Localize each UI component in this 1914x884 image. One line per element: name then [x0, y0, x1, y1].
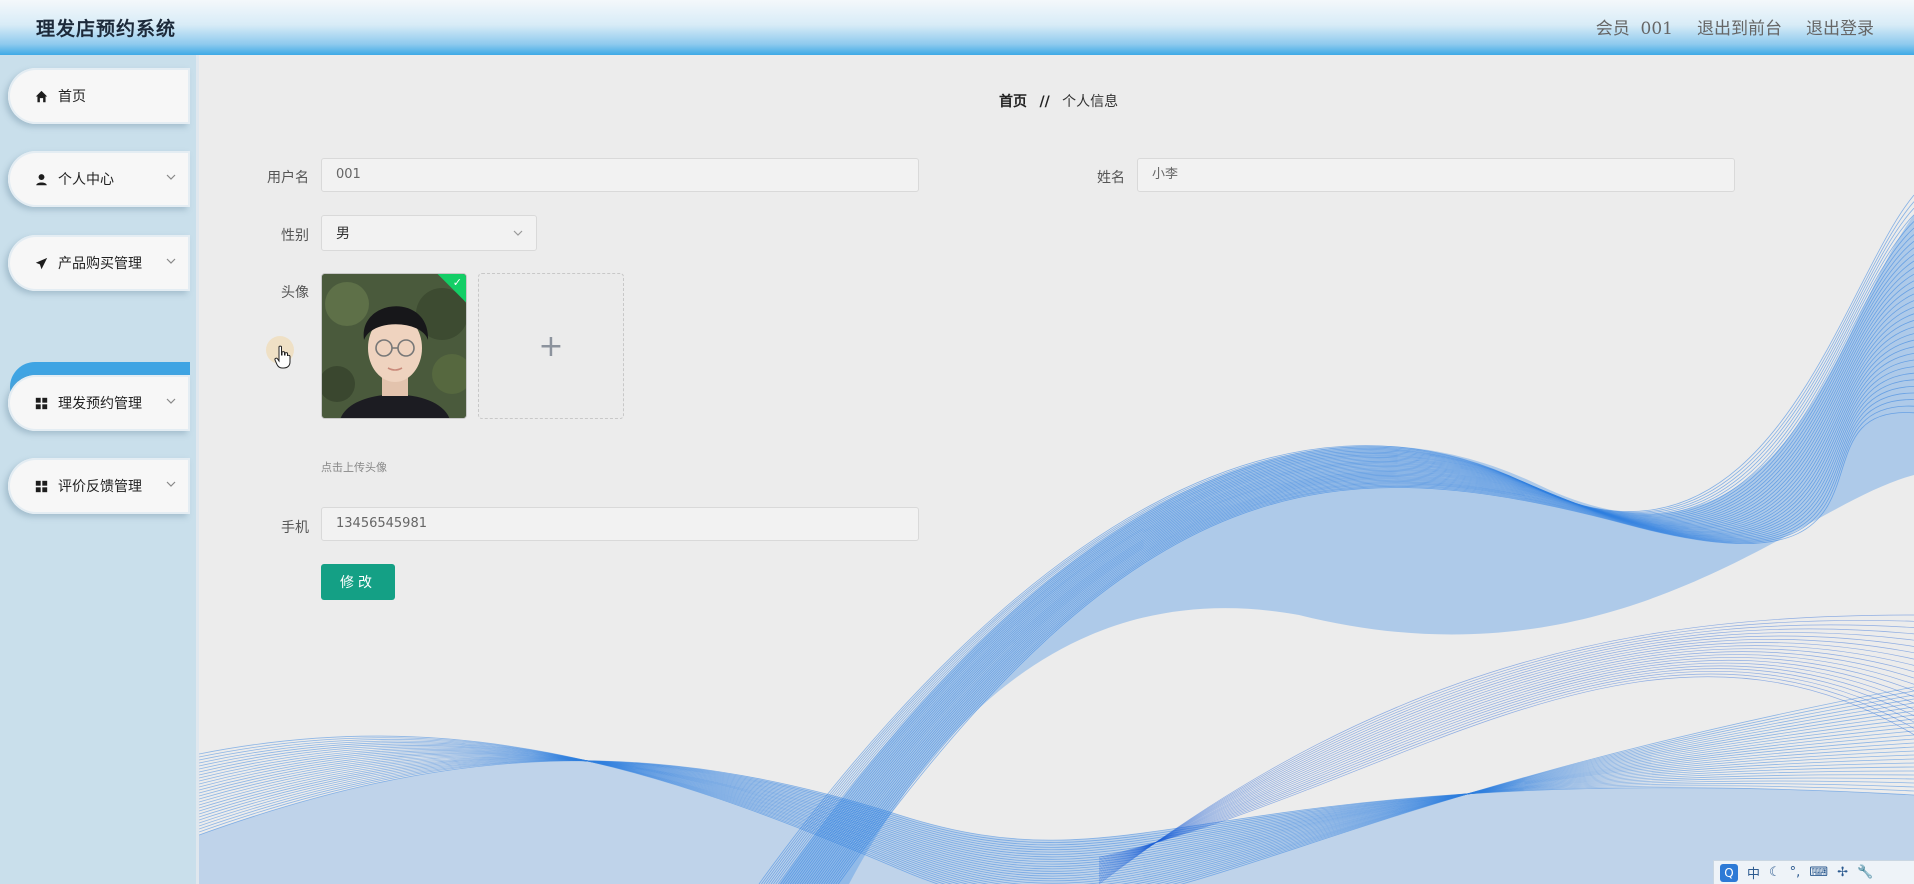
- top-header: 理发店预约系统 会员 001 退出到前台 退出登录: [0, 0, 1914, 55]
- member-info: 会员 001: [1596, 14, 1673, 39]
- member-id: 001: [1640, 19, 1673, 39]
- hand-cursor-icon: [274, 345, 291, 369]
- member-label: 会员: [1595, 19, 1630, 39]
- ime-q-icon[interactable]: Q: [1720, 863, 1738, 882]
- back-to-front-link[interactable]: 退出到前台: [1697, 14, 1782, 39]
- chevron-down-icon: [166, 174, 176, 180]
- avatar-photo: [322, 274, 466, 418]
- breadcrumb-home[interactable]: 首页: [999, 94, 1027, 110]
- sidebar-item-label: 理发预约管理: [58, 396, 142, 412]
- name-label: 姓名: [1097, 170, 1125, 186]
- breadcrumb-current: 个人信息: [1062, 94, 1119, 110]
- update-button[interactable]: 修改: [321, 564, 395, 600]
- chevron-down-icon: [513, 230, 523, 236]
- gender-label: 性别: [281, 228, 309, 244]
- plus-icon: +: [538, 328, 564, 364]
- chevron-down-icon: [166, 258, 176, 264]
- check-icon: ✓: [452, 276, 462, 289]
- sidebar-item-personal-center[interactable]: 个人中心: [8, 151, 190, 207]
- chevron-down-icon: [166, 481, 176, 487]
- logout-link[interactable]: 退出登录: [1806, 14, 1874, 39]
- system-tray: Q 中 ☾ °, ⌨ ✢ 🔧: [1713, 860, 1914, 884]
- sidebar-item-label: 个人中心: [58, 172, 114, 188]
- sidebar-item-home[interactable]: 首页: [8, 68, 190, 124]
- avatar-label: 头像: [281, 285, 309, 301]
- header-actions: 会员 001 退出到前台 退出登录: [1596, 14, 1874, 39]
- username-label: 用户名: [267, 170, 309, 186]
- grid-icon: [34, 479, 48, 493]
- gender-value: 男: [336, 226, 350, 242]
- upload-hint: 点击上传头像: [321, 461, 387, 474]
- wrench-icon[interactable]: 🔧: [1857, 865, 1873, 880]
- phone-label: 手机: [281, 520, 309, 536]
- main-content: 首页 // 个人信息 用户名 001 姓名 小李 性别 男 头像 ✓ + 点击上…: [199, 55, 1914, 884]
- breadcrumb-separator: //: [1039, 94, 1050, 110]
- phone-field[interactable]: 13456545981: [321, 507, 919, 541]
- gender-select[interactable]: 男: [321, 215, 537, 251]
- ime-chinese-toggle[interactable]: 中: [1747, 863, 1760, 882]
- sidebar: 首页 个人中心 产品购买管理 产品购买 理发预约管理 评价反馈管理: [0, 55, 199, 884]
- sidebar-item-label: 产品购买管理: [58, 256, 142, 272]
- sidebar-item-label: 评价反馈管理: [58, 479, 142, 495]
- toolbox-icon[interactable]: ✢: [1837, 865, 1848, 880]
- sidebar-item-product-purchase[interactable]: 产品购买管理: [8, 235, 190, 291]
- moon-icon[interactable]: ☾: [1769, 865, 1781, 880]
- sidebar-item-label: 首页: [58, 89, 86, 105]
- paper-plane-icon: [34, 256, 48, 270]
- avatar-image[interactable]: ✓: [321, 273, 467, 419]
- chevron-down-icon: [166, 398, 176, 404]
- sidebar-item-haircut-booking[interactable]: 理发预约管理: [8, 375, 190, 431]
- app-title: 理发店预约系统: [36, 18, 177, 40]
- grid-icon: [34, 396, 48, 410]
- punctuation-icon[interactable]: °,: [1790, 865, 1801, 880]
- user-icon: [34, 172, 48, 186]
- name-field[interactable]: 小李: [1137, 158, 1735, 192]
- home-icon: [34, 89, 48, 103]
- avatar-upload-button[interactable]: +: [478, 273, 624, 419]
- breadcrumb: 首页 // 个人信息: [999, 91, 1118, 111]
- keyboard-icon[interactable]: ⌨: [1809, 865, 1828, 880]
- username-field[interactable]: 001: [321, 158, 919, 192]
- sidebar-item-feedback[interactable]: 评价反馈管理: [8, 458, 190, 514]
